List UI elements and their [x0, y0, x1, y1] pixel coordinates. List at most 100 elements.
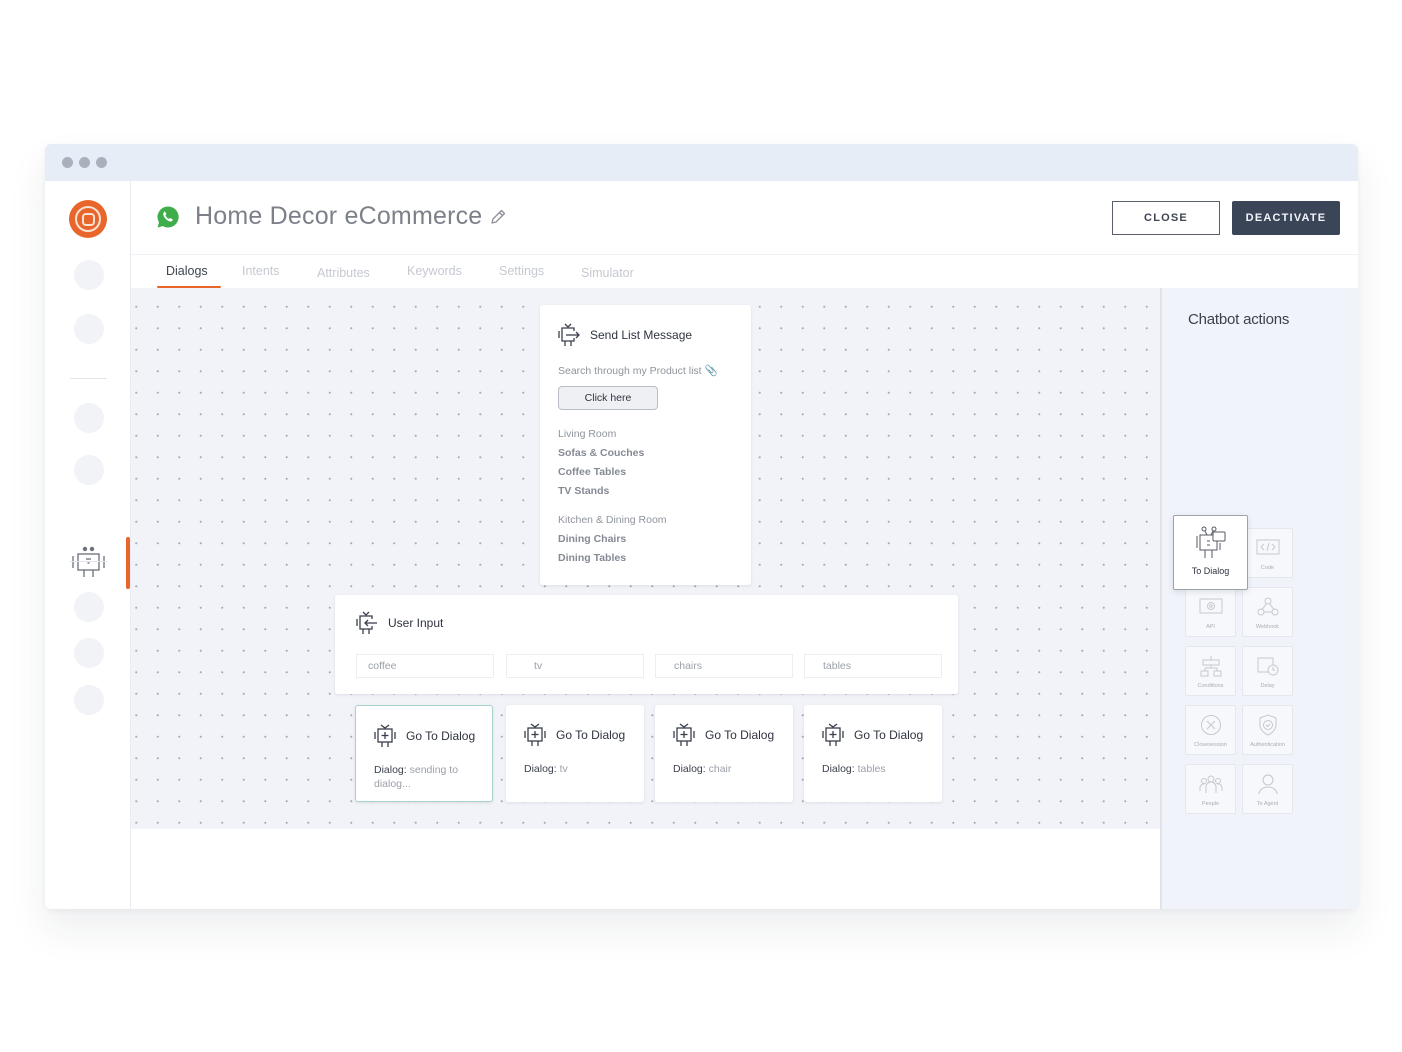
window-dot-maximize[interactable]	[96, 157, 107, 168]
action-to-agent[interactable]: To Agent	[1242, 764, 1293, 814]
sidebar-divider	[70, 561, 107, 562]
dialog-label: Dialog:	[673, 763, 706, 775]
action-label: Conditions	[1197, 683, 1224, 689]
dialog-target: Dialog: chair	[673, 762, 783, 776]
sidebar-item-2[interactable]	[74, 314, 104, 344]
user-input-field-tv[interactable]: tv	[506, 654, 644, 678]
list-item[interactable]: Coffee Tables	[558, 463, 644, 482]
action-label: Closesession	[1194, 742, 1227, 748]
list-item[interactable]: Sofas & Couches	[558, 444, 644, 463]
sidebar-item-chatbot[interactable]	[70, 545, 108, 583]
go-to-dialog-node[interactable]: Go To Dialog Dialog: sending to dialog..…	[355, 705, 493, 802]
tab-bar: Dialogs Intents Attributes Keywords Sett…	[131, 254, 1358, 288]
canvas-footer	[131, 829, 1160, 909]
go-to-dialog-node[interactable]: Go To Dialog Dialog: tables	[804, 705, 942, 802]
action-conditions[interactable]: Conditions	[1185, 646, 1236, 696]
action-label: Delay	[1260, 683, 1275, 689]
tab-settings[interactable]: Settings	[499, 264, 544, 278]
dialog-value: tv	[559, 763, 568, 775]
webhook-icon	[1257, 597, 1278, 616]
sidebar-item-7[interactable]	[74, 685, 104, 715]
user-input-field-coffee[interactable]: coffee	[356, 654, 494, 678]
tab-attributes[interactable]: Attributes	[317, 266, 370, 280]
go-to-dialog-node[interactable]: Go To Dialog Dialog: tv	[506, 705, 644, 802]
authentication-icon	[1259, 714, 1276, 736]
close-button[interactable]: CLOSE	[1112, 201, 1220, 235]
click-here-button[interactable]: Click here	[558, 386, 658, 410]
brand-logo[interactable]	[69, 200, 107, 238]
action-delay[interactable]: Delay	[1242, 646, 1293, 696]
action-close-session[interactable]: Closesession	[1185, 705, 1236, 755]
user-input-bot-icon	[356, 611, 377, 634]
action-label: Code	[1260, 565, 1275, 571]
list-section-kitchen-dining: Kitchen & Dining Room Dining Chairs Dini…	[558, 511, 667, 568]
close-session-icon	[1200, 715, 1221, 735]
window-dot-minimize[interactable]	[79, 157, 90, 168]
to-agent-icon	[1258, 774, 1277, 795]
action-label: To Agent	[1256, 801, 1279, 807]
tab-keywords[interactable]: Keywords	[407, 264, 462, 278]
node-title: Go To Dialog	[854, 728, 924, 742]
send-message-bot-icon	[558, 323, 580, 346]
window-dot-close[interactable]	[62, 157, 73, 168]
action-label: Authentication	[1250, 742, 1285, 748]
delay-icon	[1257, 657, 1278, 676]
node-title: Go To Dialog	[556, 728, 626, 742]
go-to-dialog-node[interactable]: Go To Dialog Dialog: chair	[655, 705, 793, 802]
sidebar-divider	[70, 378, 107, 379]
list-description: Search through my Product list 📎	[558, 365, 718, 377]
user-input-node[interactable]: User Input coffee tv chairs tables	[335, 595, 958, 694]
chatbot-icon	[72, 546, 105, 577]
sidebar-item-4[interactable]	[74, 455, 104, 485]
action-api[interactable]: API	[1185, 587, 1236, 637]
user-input-field-chairs[interactable]: chairs	[655, 654, 793, 678]
whatsapp-icon	[157, 206, 179, 228]
action-authentication[interactable]: Authentication	[1242, 705, 1293, 755]
dialog-target: Dialog: tables	[822, 762, 932, 776]
app-window: Home Decor eCommerce CLOSE DEACTIVATE Di…	[45, 144, 1358, 909]
sidebar-item-5[interactable]	[74, 592, 104, 622]
list-item[interactable]: TV Stands	[558, 482, 644, 501]
list-section-heading: Kitchen & Dining Room	[558, 514, 667, 526]
action-label: Webhook	[1255, 624, 1280, 630]
to-dialog-icon	[1196, 526, 1225, 558]
tab-dialogs[interactable]: Dialogs	[166, 264, 208, 278]
tab-simulator[interactable]: Simulator	[581, 266, 634, 280]
dialog-label: Dialog:	[822, 763, 855, 775]
api-icon	[1199, 598, 1222, 614]
list-section-heading: Living Room	[558, 428, 617, 440]
dialog-value: tables	[857, 763, 886, 775]
action-people[interactable]: People	[1185, 764, 1236, 814]
dialog-target: Dialog: sending to dialog...	[374, 763, 484, 791]
action-label: API	[1206, 624, 1215, 630]
action-code[interactable]: Code	[1242, 528, 1293, 578]
conditions-icon	[1200, 656, 1221, 677]
sidebar-item-1[interactable]	[74, 260, 104, 290]
list-item[interactable]: Dining Tables	[558, 549, 667, 568]
node-title: Go To Dialog	[705, 728, 775, 742]
deactivate-button[interactable]: DEACTIVATE	[1232, 201, 1340, 235]
node-title: Send List Message	[590, 328, 693, 342]
tab-intents[interactable]: Intents	[242, 264, 280, 278]
go-to-dialog-bot-icon	[822, 723, 844, 746]
go-to-dialog-bot-icon	[524, 723, 546, 746]
user-input-field-tables[interactable]: tables	[804, 654, 942, 678]
action-to-dialog[interactable]: To Dialog	[1173, 515, 1248, 590]
title-bar	[45, 144, 1358, 181]
code-icon	[1256, 539, 1279, 555]
dialog-label: Dialog:	[524, 763, 557, 775]
sidebar	[45, 181, 131, 909]
action-webhook[interactable]: Webhook	[1242, 587, 1293, 637]
action-label: People	[1201, 801, 1220, 807]
sidebar-active-indicator	[126, 537, 130, 589]
panel-title: Chatbot actions	[1188, 311, 1290, 328]
pencil-icon[interactable]	[489, 208, 507, 226]
sidebar-item-6[interactable]	[74, 638, 104, 668]
go-to-dialog-bot-icon	[673, 723, 695, 746]
list-item[interactable]: Dining Chairs	[558, 530, 667, 549]
go-to-dialog-bot-icon	[374, 724, 396, 747]
send-list-message-node[interactable]: Send List Message Search through my Prod…	[540, 305, 751, 585]
sidebar-item-3[interactable]	[74, 403, 104, 433]
node-title: User Input	[388, 616, 444, 630]
dialog-value: chair	[708, 763, 732, 775]
